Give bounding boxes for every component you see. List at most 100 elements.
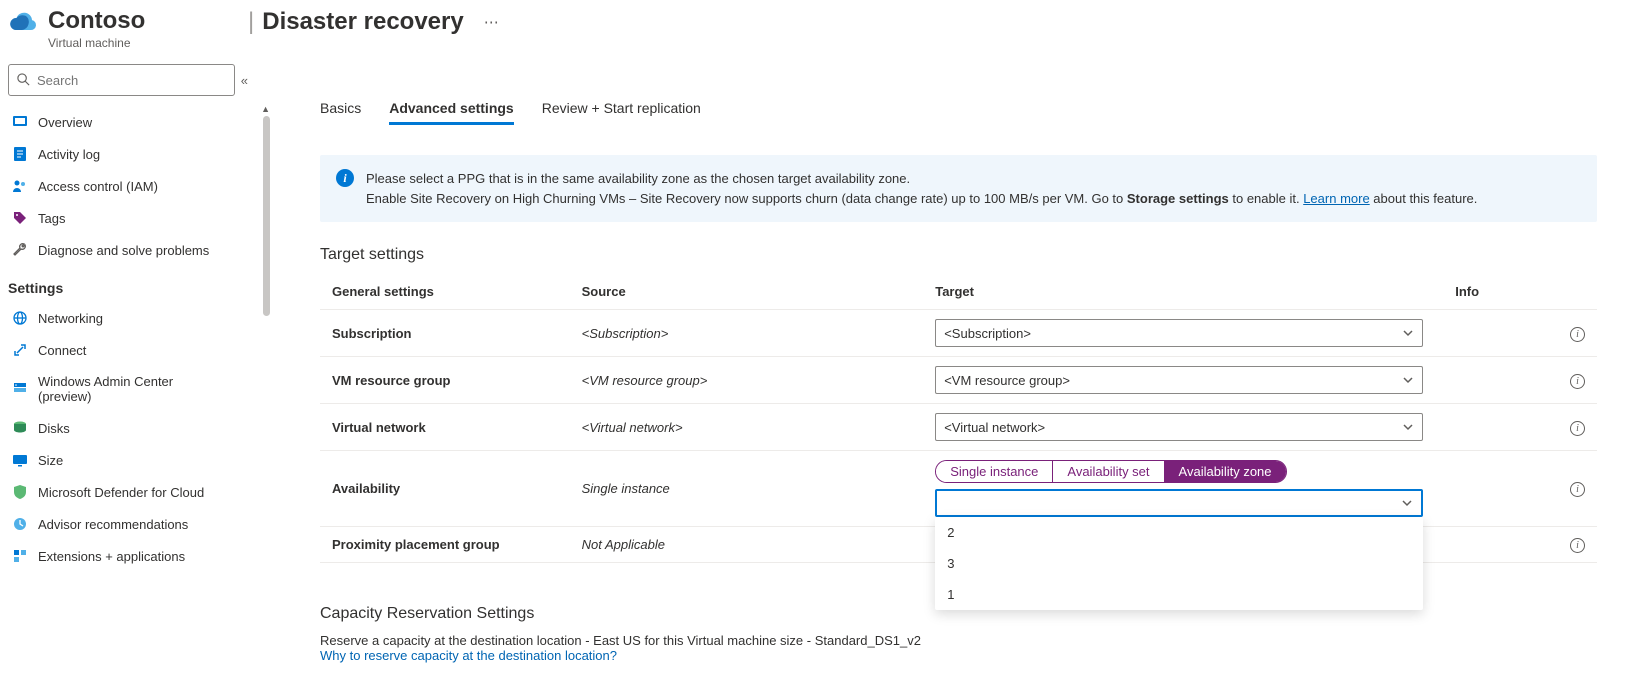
sidebar-item-wac[interactable]: Windows Admin Center (preview) xyxy=(8,366,260,412)
tabs: Basics Advanced settings Review + Start … xyxy=(320,100,1597,125)
sidebar-item-label: Diagnose and solve problems xyxy=(38,243,209,258)
sidebar-item-label: Access control (IAM) xyxy=(38,179,158,194)
sidebar-item-label: Networking xyxy=(38,311,103,326)
cloud-icon xyxy=(8,8,40,36)
sidebar: « ▲ Overview Activity log Access control… xyxy=(0,56,260,700)
tab-advanced-settings[interactable]: Advanced settings xyxy=(389,100,513,125)
more-actions-icon[interactable]: ⋯ xyxy=(484,13,499,31)
zone-option-1[interactable]: 1 xyxy=(935,579,1423,610)
sidebar-item-label: Advisor recommendations xyxy=(38,517,188,532)
sidebar-item-connect[interactable]: Connect xyxy=(8,334,260,366)
row-vnet-source: <Virtual network> xyxy=(570,404,924,451)
capacity-desc: Reserve a capacity at the destination lo… xyxy=(320,633,1597,648)
resource-name: Contoso xyxy=(48,8,145,34)
info-icon[interactable]: i xyxy=(1570,374,1585,389)
chevron-down-icon xyxy=(1401,497,1413,509)
zone-option-2[interactable]: 2 xyxy=(935,517,1423,548)
col-general: General settings xyxy=(320,274,570,310)
banner-line2d: about this feature. xyxy=(1370,191,1478,206)
col-target: Target xyxy=(923,274,1443,310)
vnet-select[interactable]: <Virtual network> xyxy=(935,413,1423,441)
network-icon xyxy=(12,310,28,326)
zone-dropdown-menu: 2 3 1 xyxy=(935,517,1423,610)
sidebar-item-label: Connect xyxy=(38,343,86,358)
connect-icon xyxy=(12,342,28,358)
extensions-icon xyxy=(12,548,28,564)
scroll-up-icon[interactable]: ▲ xyxy=(261,104,270,114)
pill-availability-zone[interactable]: Availability zone xyxy=(1165,461,1286,482)
tag-icon xyxy=(12,210,28,226)
sidebar-item-overview[interactable]: Overview xyxy=(8,106,260,138)
row-ppg-source: Not Applicable xyxy=(570,527,924,563)
scrollbar[interactable] xyxy=(263,116,270,316)
info-icon[interactable]: i xyxy=(1570,327,1585,342)
banner-line1: Please select a PPG that is in the same … xyxy=(366,171,910,186)
sidebar-item-size[interactable]: Size xyxy=(8,444,260,476)
sidebar-item-iam[interactable]: Access control (IAM) xyxy=(8,170,260,202)
vm-rg-select[interactable]: <VM resource group> xyxy=(935,366,1423,394)
row-vmrg-label: VM resource group xyxy=(320,357,570,404)
sidebar-item-disks[interactable]: Disks xyxy=(8,412,260,444)
sidebar-item-label: Microsoft Defender for Cloud xyxy=(38,485,204,500)
chevron-down-icon xyxy=(1402,421,1414,433)
chevron-down-icon xyxy=(1402,327,1414,339)
row-vmrg-source: <VM resource group> xyxy=(570,357,924,404)
info-icon[interactable]: i xyxy=(1570,421,1585,436)
sidebar-item-defender[interactable]: Microsoft Defender for Cloud xyxy=(8,476,260,508)
banner-storage-bold: Storage settings xyxy=(1127,191,1229,206)
size-icon xyxy=(12,452,28,468)
sidebar-item-advisor[interactable]: Advisor recommendations xyxy=(8,508,260,540)
pill-availability-set[interactable]: Availability set xyxy=(1053,461,1164,482)
people-icon xyxy=(12,178,28,194)
capacity-link[interactable]: Why to reserve capacity at the destinati… xyxy=(320,648,1597,663)
sidebar-item-label: Size xyxy=(38,453,63,468)
banner-line2c: to enable it. xyxy=(1229,191,1303,206)
tab-basics[interactable]: Basics xyxy=(320,100,361,125)
col-info: Info xyxy=(1443,274,1493,310)
search-icon xyxy=(16,72,31,87)
row-availability-source: Single instance xyxy=(570,451,924,527)
sidebar-item-diagnose[interactable]: Diagnose and solve problems xyxy=(8,234,260,266)
row-subscription-label: Subscription xyxy=(320,310,570,357)
advisor-icon xyxy=(12,516,28,532)
sidebar-item-label: Activity log xyxy=(38,147,100,162)
info-icon: i xyxy=(336,169,354,187)
wrench-icon xyxy=(12,242,28,258)
learn-more-link[interactable]: Learn more xyxy=(1303,191,1369,206)
row-vnet-label: Virtual network xyxy=(320,404,570,451)
main-content: Basics Advanced settings Review + Start … xyxy=(260,56,1627,700)
server-icon xyxy=(12,381,28,397)
banner-line2a: Enable Site Recovery on High Churning VM… xyxy=(366,191,1127,206)
disks-icon xyxy=(12,420,28,436)
subscription-select[interactable]: <Subscription> xyxy=(935,319,1423,347)
zone-select[interactable] xyxy=(935,489,1423,517)
sidebar-item-label: Tags xyxy=(38,211,65,226)
title-separator: | xyxy=(248,8,254,36)
log-icon xyxy=(12,146,28,162)
sidebar-section-settings: Settings xyxy=(8,266,260,302)
info-banner: i Please select a PPG that is in the sam… xyxy=(320,155,1597,222)
row-ppg-label: Proximity placement group xyxy=(320,527,570,563)
search-input[interactable] xyxy=(8,64,235,96)
info-icon[interactable]: i xyxy=(1570,482,1585,497)
pill-single-instance[interactable]: Single instance xyxy=(936,461,1053,482)
target-settings-title: Target settings xyxy=(320,246,1597,264)
chevron-down-icon xyxy=(1402,374,1414,386)
resource-type: Virtual machine xyxy=(48,36,248,50)
zone-option-3[interactable]: 3 xyxy=(935,548,1423,579)
sidebar-item-networking[interactable]: Networking xyxy=(8,302,260,334)
availability-pill-group: Single instance Availability set Availab… xyxy=(935,460,1286,483)
row-availability-label: Availability xyxy=(320,451,570,527)
row-subscription-source: <Subscription> xyxy=(570,310,924,357)
tab-review[interactable]: Review + Start replication xyxy=(542,100,701,125)
sidebar-item-activity-log[interactable]: Activity log xyxy=(8,138,260,170)
info-icon[interactable]: i xyxy=(1570,538,1585,553)
target-settings-table: General settings Source Target Info Subs… xyxy=(320,274,1597,563)
sidebar-item-label: Windows Admin Center (preview) xyxy=(38,374,218,404)
sidebar-item-tags[interactable]: Tags xyxy=(8,202,260,234)
monitor-icon xyxy=(12,114,28,130)
sidebar-item-extensions[interactable]: Extensions + applications xyxy=(8,540,260,572)
sidebar-item-label: Disks xyxy=(38,421,70,436)
col-source: Source xyxy=(570,274,924,310)
collapse-sidebar-icon[interactable]: « xyxy=(241,73,248,88)
